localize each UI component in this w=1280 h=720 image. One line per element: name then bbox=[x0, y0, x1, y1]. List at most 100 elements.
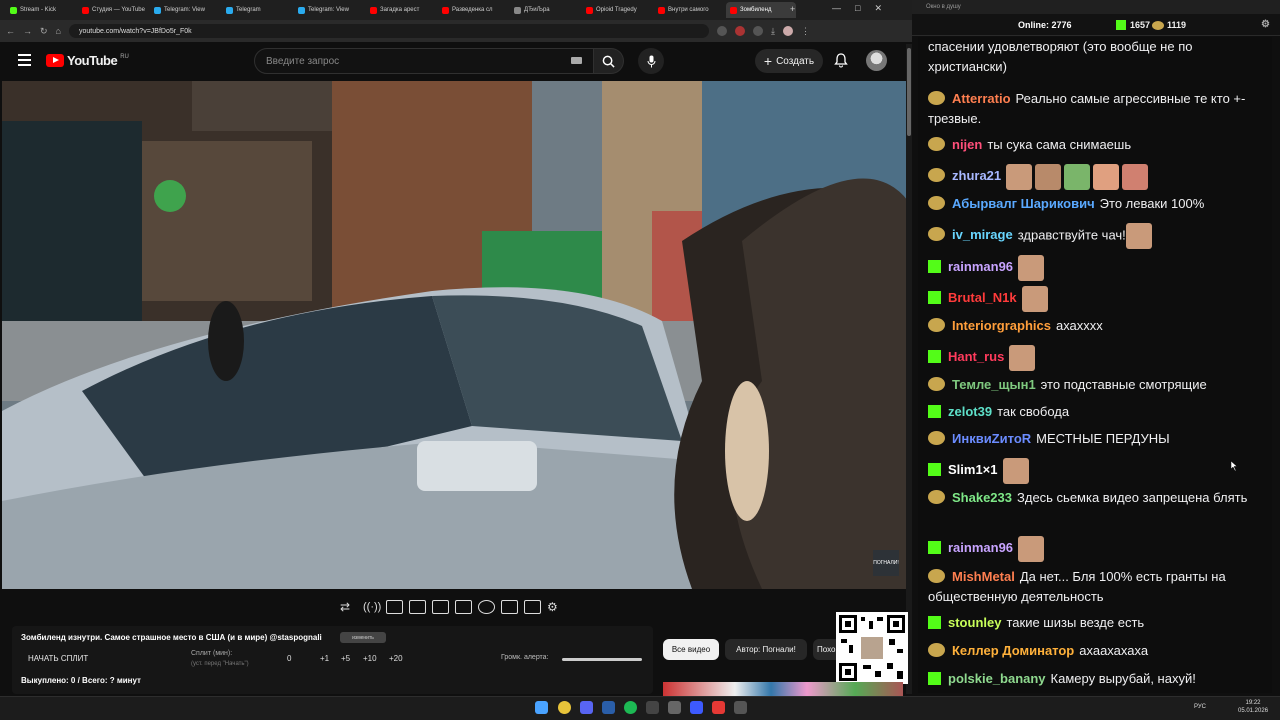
chat-window-title: Окно в душу bbox=[912, 0, 1280, 14]
youtube-logo[interactable]: YouTube RU bbox=[46, 53, 129, 68]
chrome-icon[interactable] bbox=[558, 701, 571, 714]
browser-tab[interactable]: Telegram: View bbox=[294, 2, 364, 18]
browser-tab[interactable]: Opioid Tragedy bbox=[582, 2, 652, 18]
close-icon[interactable]: ✕ bbox=[874, 3, 882, 14]
keyboard-icon[interactable] bbox=[571, 57, 582, 64]
chat-username[interactable]: Келлер Доминатор bbox=[952, 643, 1074, 658]
profile-icon[interactable] bbox=[782, 26, 793, 36]
chip-all-videos[interactable]: Все видео bbox=[663, 639, 719, 660]
screenshot-icon[interactable] bbox=[524, 600, 541, 614]
settings-gear-icon[interactable]: ⚙ bbox=[547, 600, 564, 614]
add-20-button[interactable]: +20 bbox=[389, 654, 403, 663]
chat-username[interactable]: Shake233 bbox=[952, 490, 1012, 505]
account-avatar[interactable] bbox=[866, 50, 887, 71]
chat-username[interactable]: Темле_щын1 bbox=[952, 377, 1036, 392]
download-icon[interactable]: ⤓ bbox=[771, 26, 775, 37]
chat-username[interactable]: Brutal_N1k bbox=[948, 290, 1017, 305]
app-icon[interactable] bbox=[712, 701, 725, 714]
chat-text: ахахххх bbox=[1055, 318, 1103, 333]
add-clip-icon[interactable] bbox=[501, 600, 518, 614]
subtitles-icon[interactable] bbox=[455, 600, 472, 614]
alert-volume-slider[interactable] bbox=[562, 658, 642, 661]
system-clock[interactable]: 19:22 05.01.2026 bbox=[1238, 699, 1268, 715]
loop-icon[interactable]: ⇄ bbox=[340, 600, 357, 614]
app-icon[interactable] bbox=[690, 701, 703, 714]
forward-icon[interactable]: → bbox=[23, 26, 32, 36]
chat-username[interactable]: iv_mirage bbox=[952, 227, 1013, 242]
browser-tab[interactable]: ДЂиЉра bbox=[510, 2, 580, 18]
related-video-thumbnails[interactable] bbox=[663, 682, 903, 696]
obs-icon[interactable] bbox=[646, 701, 659, 714]
discord-icon[interactable] bbox=[580, 701, 593, 714]
reload-icon[interactable]: ↻ bbox=[40, 26, 48, 37]
chip-author[interactable]: Автор: Погнали! bbox=[725, 639, 807, 660]
chat-username[interactable]: Interiorgraphics bbox=[952, 318, 1051, 333]
minimize-icon[interactable]: — bbox=[832, 3, 841, 14]
chat-username[interactable]: Slim1×1 bbox=[948, 462, 998, 477]
browser-tab[interactable]: Внутри самого bbox=[654, 2, 724, 18]
search-input[interactable]: Введите запрос bbox=[254, 48, 594, 74]
page-scrollbar[interactable] bbox=[906, 44, 912, 694]
chat-username[interactable]: zhura21 bbox=[952, 168, 1001, 183]
search-button[interactable] bbox=[594, 48, 624, 74]
edit-title-button[interactable]: изменить bbox=[340, 632, 386, 643]
extension-icon[interactable] bbox=[752, 26, 763, 36]
chat-username[interactable]: rainman96 bbox=[948, 259, 1013, 274]
broadcast-icon[interactable]: ((·)) bbox=[363, 600, 381, 614]
notifications-bell-icon[interactable] bbox=[833, 52, 849, 68]
add-5-button[interactable]: +5 bbox=[341, 654, 350, 663]
chat-settings-icon[interactable]: ⚙ bbox=[1261, 19, 1270, 30]
browser-tab[interactable]: Telegram: View bbox=[150, 2, 220, 18]
chat-username[interactable]: nijen bbox=[952, 137, 982, 152]
chat-username[interactable]: Atterratio bbox=[952, 91, 1011, 106]
chat-username[interactable]: Hant_rus bbox=[948, 349, 1004, 364]
page-scrollbar-thumb[interactable] bbox=[907, 48, 911, 136]
back-icon[interactable]: ← bbox=[6, 26, 15, 36]
browser-tab[interactable]: Зомбиленд bbox=[726, 2, 796, 18]
app-icon[interactable] bbox=[734, 701, 747, 714]
clapper-icon[interactable] bbox=[409, 600, 426, 614]
browser-tab[interactable]: Telegram bbox=[222, 2, 292, 18]
tab-favicon-icon bbox=[442, 6, 449, 14]
maximize-icon[interactable]: □ bbox=[855, 3, 860, 14]
steam-icon[interactable] bbox=[602, 701, 615, 714]
tab-favicon-icon bbox=[370, 6, 377, 14]
add-10-button[interactable]: +10 bbox=[363, 654, 377, 663]
browser-tab[interactable]: Загадка арест bbox=[366, 2, 436, 18]
tab-favicon-icon bbox=[730, 6, 737, 14]
screen-record-icon[interactable] bbox=[386, 600, 403, 614]
split-value[interactable]: 0 bbox=[287, 654, 291, 663]
video-player[interactable] bbox=[2, 81, 908, 589]
app-icon[interactable] bbox=[668, 701, 681, 714]
chat-username[interactable]: polskie_banany bbox=[948, 671, 1046, 686]
language-indicator[interactable]: РУС bbox=[1194, 704, 1206, 710]
new-tab-button[interactable]: + bbox=[790, 4, 795, 14]
start-menu-icon[interactable] bbox=[535, 701, 548, 714]
speed-icon[interactable] bbox=[478, 600, 495, 614]
channel-watermark: ПОГНАЛИ! bbox=[873, 550, 899, 576]
extension-icon[interactable] bbox=[734, 26, 745, 36]
create-button[interactable]: + Создать bbox=[755, 49, 823, 73]
browser-tab[interactable]: Stream - Kick bbox=[6, 2, 76, 18]
chat-username[interactable]: Абырвалг Шарикович bbox=[952, 196, 1095, 211]
emote-image bbox=[1125, 223, 1152, 249]
browser-menu-icon[interactable]: ⋮ bbox=[801, 26, 810, 37]
picture-in-picture-icon[interactable] bbox=[432, 600, 449, 614]
chat-username[interactable]: stounley bbox=[948, 615, 1001, 630]
chat-username[interactable]: zelot39 bbox=[948, 404, 992, 419]
voice-search-button[interactable] bbox=[638, 48, 664, 74]
browser-tab[interactable]: Разведенка сл bbox=[438, 2, 508, 18]
start-split-button[interactable]: НАЧАТЬ СПЛИТ bbox=[28, 654, 88, 663]
chat-username[interactable]: MishMetal bbox=[952, 569, 1015, 584]
chat-message-list[interactable]: спасении удовлетворяют (это вообще не по… bbox=[918, 37, 1272, 693]
url-field[interactable]: youtube.com/watch?v=JBfDo5r_F0k bbox=[68, 24, 709, 38]
browser-tab[interactable]: Студия — YouTube bbox=[78, 2, 148, 18]
spotify-icon[interactable] bbox=[624, 701, 637, 714]
chat-username[interactable]: rainman96 bbox=[948, 540, 1013, 555]
add-1-button[interactable]: +1 bbox=[320, 654, 329, 663]
hamburger-menu-icon[interactable] bbox=[18, 54, 31, 66]
home-icon[interactable]: ⌂ bbox=[56, 26, 61, 36]
chat-username[interactable]: ИнквиZитоR bbox=[952, 431, 1031, 446]
emote-image bbox=[1035, 164, 1062, 190]
extension-icon[interactable] bbox=[716, 26, 727, 36]
